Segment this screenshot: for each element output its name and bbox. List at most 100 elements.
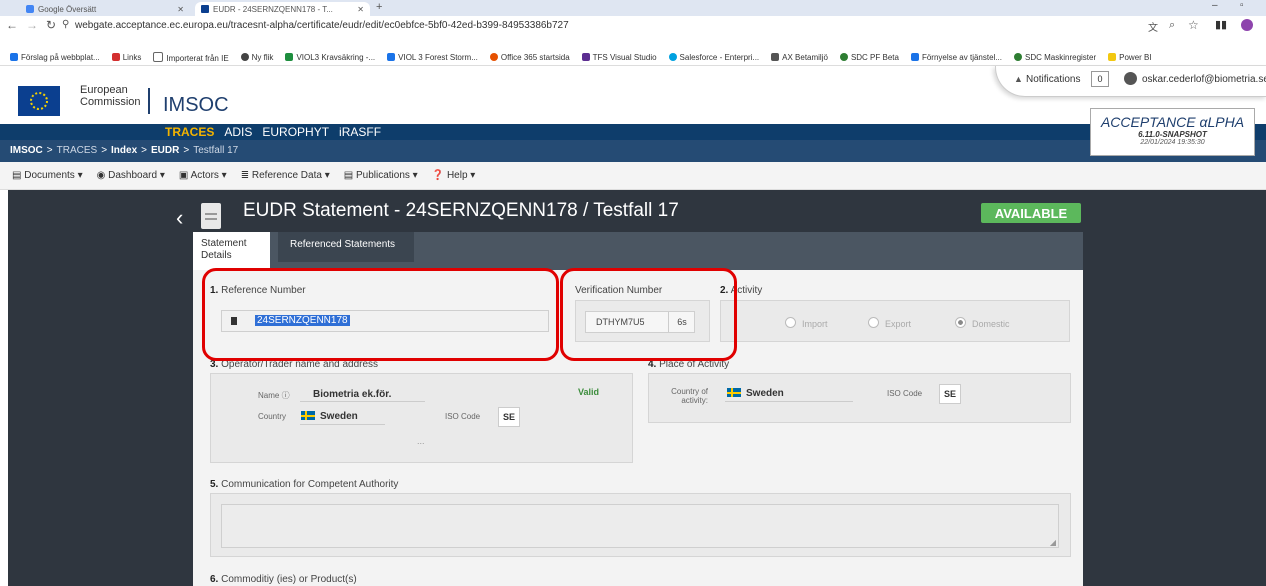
tab-statement-details[interactable]: Statement Details	[193, 232, 270, 270]
iso-code-value: SE	[498, 407, 520, 427]
bookmark-item[interactable]: SDC PF Beta	[839, 53, 899, 62]
app-irasff[interactable]: iRASFF	[339, 125, 381, 139]
menu-dashboard[interactable]: ◉ Dashboard ▾	[97, 170, 165, 181]
app-adis[interactable]: ADIS	[224, 125, 252, 139]
bookmark-item[interactable]: Ny flik	[240, 53, 273, 62]
menu-reference-data[interactable]: ≣ Reference Data ▾	[241, 170, 330, 181]
breadcrumb-eudr[interactable]: EUDR	[151, 145, 179, 156]
breadcrumb-traces[interactable]: TRACES	[57, 145, 98, 156]
status-badge: AVAILABLE	[981, 203, 1081, 223]
communication-textarea[interactable]: ◢	[221, 504, 1059, 548]
app-traces[interactable]: TRACES	[165, 125, 214, 139]
bookmark-icon	[10, 53, 18, 61]
folder-icon	[153, 52, 164, 62]
breadcrumb-imsoc[interactable]: IMSOC	[10, 145, 43, 156]
bookmark-item[interactable]: Förslag på webbplat...	[10, 53, 100, 62]
notifications-link[interactable]: Notifications	[1026, 74, 1080, 85]
bookmark-icon	[111, 53, 120, 61]
environment-title: ACCEPTANCE αLPHA	[1100, 114, 1245, 130]
breadcrumb-separator: >	[46, 145, 53, 156]
bookmark-item[interactable]: Förnyelse av tjänstel...	[910, 53, 1002, 62]
user-icon	[1124, 72, 1137, 85]
notifications-count[interactable]: 0	[1091, 71, 1109, 87]
globe-icon	[240, 53, 249, 61]
name-label: Name ⓘ	[258, 391, 290, 400]
browser-tab-active[interactable]: EUDR - 24SERNZQENN178 - T... ✕	[195, 2, 370, 16]
close-icon[interactable]: ✕	[357, 5, 364, 14]
country-label: Country	[258, 412, 287, 421]
activity-domestic-option[interactable]: Domestic	[955, 317, 1010, 329]
user-email[interactable]: oskar.cederlof@biometria.se	[1142, 74, 1266, 85]
sidebar-icon[interactable]: ▮▮	[1215, 18, 1227, 31]
bookmark-icon	[1014, 53, 1022, 61]
more-ellipsis[interactable]: ...	[417, 436, 425, 446]
browser-tab[interactable]: Google Översätt ✕	[20, 2, 190, 16]
user-area: ▲ Notifications 0 oskar.cederlof@biometr…	[995, 66, 1266, 97]
profile-icon[interactable]	[1241, 19, 1253, 31]
commodities-label: 6. Commoditiy (ies) or Product(s)	[210, 574, 357, 585]
coa-iso-code-value: SE	[939, 384, 961, 404]
google-translate-icon	[26, 5, 34, 13]
tab-referenced-statements[interactable]: Referenced Statements	[278, 232, 414, 262]
environment-badge: ACCEPTANCE αLPHA 6.11.0-SNAPSHOT 22/01/2…	[1090, 108, 1255, 156]
bookmark-item[interactable]: Links	[111, 53, 141, 62]
tab-label: Google Översätt	[38, 4, 97, 14]
app-europhyt[interactable]: EUROPHYT	[262, 125, 329, 139]
minimize-icon[interactable]: –	[1212, 0, 1218, 11]
close-icon[interactable]: ✕	[177, 5, 184, 14]
tab-label: EUDR - 24SERNZQENN178 - T...	[213, 4, 333, 14]
forward-arrow-icon[interactable]: →	[26, 18, 38, 32]
site-info-icon[interactable]: ⚲	[62, 19, 69, 30]
activity-import-option[interactable]: Import	[785, 317, 828, 329]
bookmark-item[interactable]: Importerat från IE	[153, 52, 229, 63]
bookmark-item[interactable]: Office 365 startsida	[489, 53, 570, 62]
zoom-icon[interactable]: ⌕	[1169, 19, 1175, 32]
reload-icon[interactable]: ↻	[46, 18, 56, 32]
main-menu: ▤ Documents ▾ ◉ Dashboard ▾ ▣ Actors ▾ ≣…	[0, 162, 1266, 190]
activity-export-option[interactable]: Export	[868, 317, 911, 329]
url-field[interactable]: webgate.acceptance.ec.europa.eu/tracesnt…	[75, 20, 569, 31]
traces-icon	[201, 5, 209, 13]
sweden-flag-icon	[727, 388, 741, 397]
breadcrumb-separator: >	[183, 145, 190, 156]
page-title: EUDR Statement - 24SERNZQENN178 / Testfa…	[243, 200, 679, 221]
cloud-icon	[668, 53, 677, 61]
breadcrumb-separator: >	[141, 145, 147, 156]
verification-number-highlight	[560, 268, 737, 361]
bookmark-item[interactable]: SDC Maskinregister	[1014, 53, 1096, 62]
menu-documents[interactable]: ▤ Documents ▾	[12, 170, 83, 181]
info-icon: ⓘ	[281, 391, 290, 400]
breadcrumb: IMSOC > TRACES > Index > EUDR > Testfall…	[10, 145, 238, 156]
bookmark-icon	[489, 53, 498, 61]
divider	[300, 401, 425, 402]
back-chevron-icon[interactable]: ‹	[176, 205, 183, 231]
reference-number-highlight	[202, 268, 559, 361]
breadcrumb-index[interactable]: Index	[111, 145, 137, 156]
app-links: TRACES ADIS EUROPHYT iRASFF	[165, 125, 381, 139]
translate-icon[interactable]: 文	[1148, 19, 1158, 34]
maximize-icon[interactable]: ▫	[1240, 0, 1244, 11]
new-tab-icon[interactable]: +	[376, 1, 382, 13]
radio-icon	[868, 317, 879, 328]
bookmark-item[interactable]: TFS Visual Studio	[581, 53, 657, 62]
eu-flag-logo[interactable]	[18, 86, 60, 116]
iso-code-label: ISO Code	[445, 412, 481, 421]
bookmark-item[interactable]: VIOL 3 Forest Storm...	[387, 53, 478, 62]
menu-publications[interactable]: ▤ Publications ▾	[344, 170, 418, 181]
divider	[300, 424, 385, 425]
database-icon: ≣	[240, 170, 250, 181]
document-icon	[201, 203, 221, 229]
back-arrow-icon[interactable]: ←	[6, 18, 18, 32]
bookmark-item[interactable]: VIOL3 Kravsäkring -...	[285, 53, 375, 62]
star-icon[interactable]: ☆	[1188, 18, 1199, 32]
bookmark-item[interactable]: AX Betamiljö	[771, 53, 828, 62]
radio-icon	[785, 317, 796, 328]
menu-actors[interactable]: ▣ Actors ▾	[179, 170, 227, 181]
bookmark-item[interactable]: Salesforce - Enterpri...	[668, 53, 759, 62]
bookmark-icon	[387, 53, 396, 61]
resize-handle-icon[interactable]: ◢	[1050, 538, 1056, 547]
breadcrumb-current: Testfall 17	[193, 145, 239, 156]
bookmark-item[interactable]: Power BI	[1108, 53, 1152, 62]
browser-tab-bar: Google Översätt ✕ EUDR - 24SERNZQENN178 …	[0, 0, 1266, 16]
menu-help[interactable]: ❓ Help ▾	[432, 170, 476, 181]
